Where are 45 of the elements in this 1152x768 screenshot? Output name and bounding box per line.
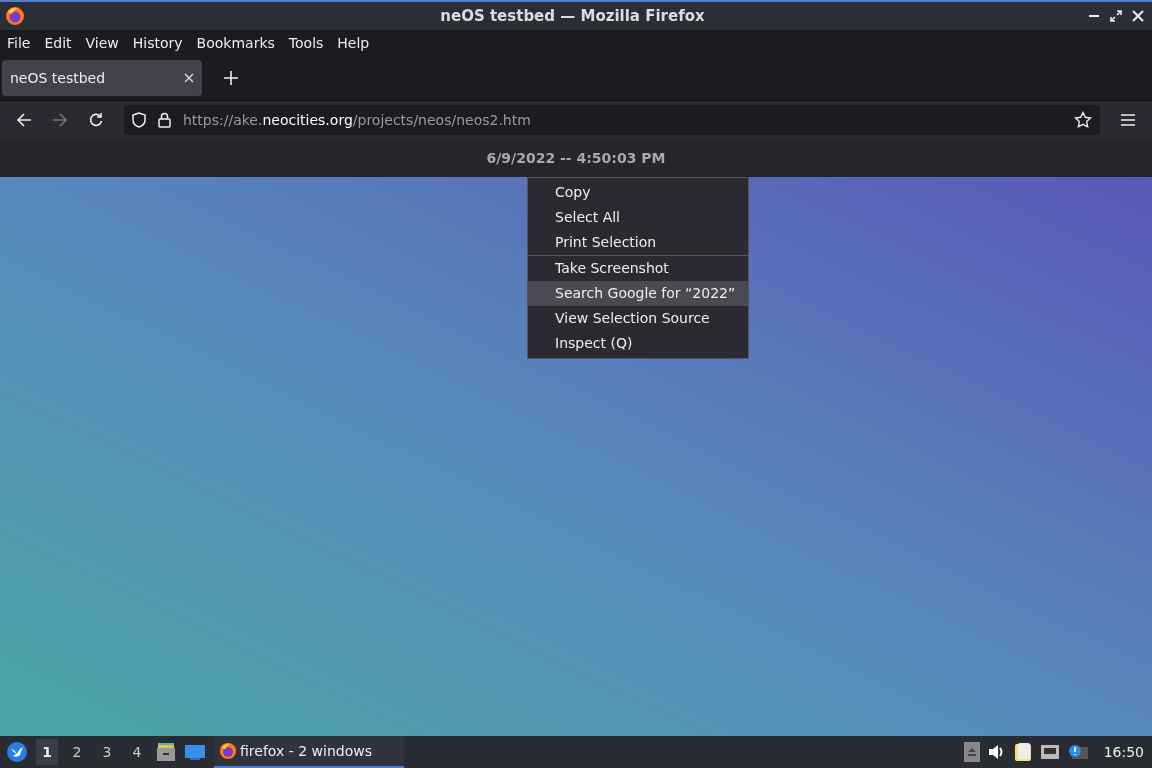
menu-item[interactable]: Edit [44, 34, 72, 51]
notification-icon[interactable] [1067, 744, 1088, 760]
eject-icon[interactable] [963, 742, 980, 762]
menu-item[interactable]: Bookmarks [196, 34, 275, 51]
menu-item[interactable]: History [132, 34, 183, 51]
close-icon[interactable] [1132, 10, 1144, 22]
close-tab-icon[interactable] [184, 72, 194, 83]
context-menu-item[interactable]: Print Selection [528, 230, 748, 255]
network-icon[interactable] [1039, 744, 1060, 760]
workspace-button[interactable]: 1 [36, 739, 58, 765]
browser-tab[interactable]: neOS testbed [2, 59, 202, 96]
workspace-button[interactable]: 2 [66, 739, 88, 765]
back-icon[interactable] [16, 112, 32, 128]
context-menu-item[interactable]: View Selection Source [528, 306, 748, 331]
date-time-header: 6/9/2022 -- 4:50:03 PM [486, 150, 666, 166]
desktop-icon[interactable] [184, 743, 206, 761]
menu-item[interactable]: View [85, 34, 119, 51]
context-menu-item[interactable]: Search Google for “2022” [528, 281, 748, 306]
workspace-button[interactable]: 3 [96, 739, 118, 765]
maximize-icon[interactable] [1110, 10, 1122, 22]
clipboard-icon[interactable] [1013, 742, 1032, 762]
clock: 16:50 [1103, 744, 1144, 760]
forward-icon[interactable] [52, 112, 68, 128]
lock-icon[interactable] [158, 112, 171, 128]
reload-icon[interactable] [88, 112, 104, 128]
star-icon[interactable] [1074, 111, 1092, 129]
shield-icon[interactable] [132, 112, 146, 128]
window-title: neOS testbed — Mozilla Firefox [439, 7, 706, 25]
context-menu-item[interactable]: Inspect (Q) [528, 331, 748, 356]
workspace-button[interactable]: 4 [126, 739, 148, 765]
menu-icon[interactable] [1120, 113, 1136, 127]
menu-item[interactable]: Tools [288, 34, 324, 51]
taskbar-task[interactable]: firefox - 2 windows [214, 736, 404, 768]
url-text: https://ake.neocities.org/projects/neos/neos2.htm [183, 112, 531, 128]
context-menu-item[interactable]: Copy [528, 180, 748, 205]
file-cabinet-icon[interactable] [156, 742, 176, 762]
context-menu-item[interactable]: Select All [528, 205, 748, 230]
menu-item[interactable]: Help [337, 34, 370, 51]
new-tab-icon[interactable] [224, 70, 238, 85]
address-bar[interactable]: https://ake.neocities.org/projects/neos/neos2.htm [124, 105, 1100, 135]
firefox-logo-icon [5, 6, 25, 26]
bird-logo-icon[interactable] [6, 741, 28, 763]
context-menu-item[interactable]: Take Screenshot [528, 256, 748, 281]
menu-item[interactable]: File [7, 34, 31, 51]
firefox-logo-icon [219, 742, 237, 760]
